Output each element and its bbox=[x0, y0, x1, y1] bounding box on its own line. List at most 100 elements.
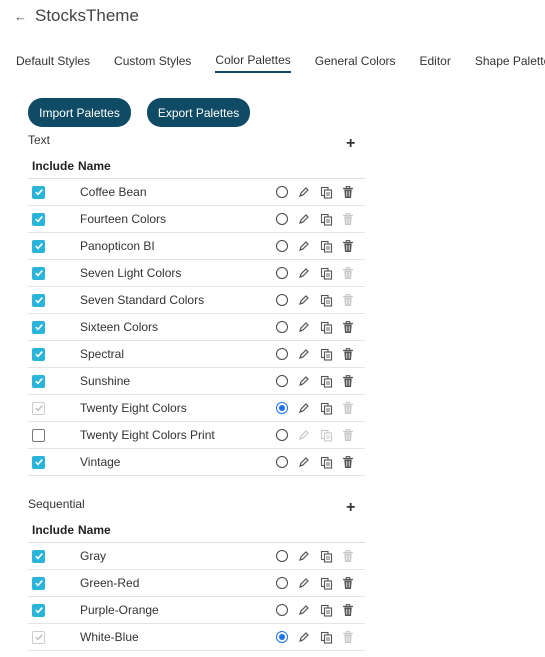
copy-icon[interactable] bbox=[315, 371, 337, 391]
copy-icon[interactable] bbox=[315, 209, 337, 229]
include-checkbox[interactable] bbox=[32, 320, 45, 334]
trash-icon[interactable] bbox=[337, 452, 359, 472]
trash-icon bbox=[337, 209, 359, 229]
pencil-icon[interactable] bbox=[293, 290, 315, 310]
trash-icon[interactable] bbox=[337, 344, 359, 364]
trash-icon[interactable] bbox=[337, 371, 359, 391]
page-title: StocksTheme bbox=[35, 6, 139, 25]
pencil-icon[interactable] bbox=[293, 236, 315, 256]
column-header-include: Include bbox=[32, 158, 75, 173]
row-actions bbox=[271, 287, 359, 313]
section-title-text: Text bbox=[28, 133, 51, 147]
copy-icon[interactable] bbox=[315, 573, 337, 593]
copy-icon[interactable] bbox=[315, 290, 337, 310]
trash-icon[interactable] bbox=[337, 573, 359, 593]
default-palette-radio[interactable] bbox=[271, 573, 293, 593]
include-checkbox[interactable] bbox=[32, 293, 45, 307]
trash-icon[interactable] bbox=[337, 182, 359, 202]
arrow-left-icon[interactable]: ← bbox=[14, 9, 27, 24]
add-palette-text-icon[interactable]: + bbox=[346, 136, 355, 152]
radio-circle-icon bbox=[276, 213, 288, 225]
copy-icon[interactable] bbox=[315, 344, 337, 364]
radio-circle-icon bbox=[276, 240, 288, 252]
table-row: Seven Standard Colors bbox=[28, 287, 365, 314]
radio-circle-icon bbox=[276, 456, 288, 468]
table-row: Coffee Bean bbox=[28, 179, 365, 206]
pencil-icon[interactable] bbox=[293, 263, 315, 283]
copy-icon[interactable] bbox=[315, 627, 337, 647]
table-row: Purple-Orange bbox=[28, 597, 365, 624]
page-header: ← StocksTheme bbox=[14, 4, 139, 28]
default-palette-radio[interactable] bbox=[271, 182, 293, 202]
pencil-icon[interactable] bbox=[293, 600, 315, 620]
trash-icon[interactable] bbox=[337, 317, 359, 337]
tab-color-palettes[interactable]: Color Palettes bbox=[215, 53, 291, 73]
pencil-icon[interactable] bbox=[293, 182, 315, 202]
default-palette-radio[interactable] bbox=[271, 263, 293, 283]
default-palette-radio[interactable] bbox=[271, 627, 293, 647]
add-palette-sequential-icon[interactable]: + bbox=[346, 500, 355, 516]
tab-bar: Default Styles Custom Styles Color Palette… bbox=[16, 52, 545, 74]
pencil-icon[interactable] bbox=[293, 546, 315, 566]
copy-icon[interactable] bbox=[315, 546, 337, 566]
default-palette-radio[interactable] bbox=[271, 290, 293, 310]
row-actions bbox=[271, 233, 359, 259]
trash-icon bbox=[337, 398, 359, 418]
radio-circle-icon bbox=[276, 294, 288, 306]
tab-general-colors[interactable]: General Colors bbox=[315, 54, 396, 72]
copy-icon[interactable] bbox=[315, 452, 337, 472]
radio-circle-icon bbox=[276, 267, 288, 279]
default-palette-radio[interactable] bbox=[271, 398, 293, 418]
default-palette-radio[interactable] bbox=[271, 546, 293, 566]
pencil-icon[interactable] bbox=[293, 398, 315, 418]
default-palette-radio[interactable] bbox=[271, 452, 293, 472]
copy-icon[interactable] bbox=[315, 398, 337, 418]
include-checkbox[interactable] bbox=[32, 185, 45, 199]
copy-icon[interactable] bbox=[315, 236, 337, 256]
pencil-icon[interactable] bbox=[293, 344, 315, 364]
include-checkbox[interactable] bbox=[32, 576, 45, 590]
include-checkbox[interactable] bbox=[32, 266, 45, 280]
pencil-icon[interactable] bbox=[293, 573, 315, 593]
tab-shape-palettes[interactable]: Shape Palettes bbox=[475, 54, 545, 72]
default-palette-radio[interactable] bbox=[271, 371, 293, 391]
pencil-icon[interactable] bbox=[293, 317, 315, 337]
radio-circle-icon bbox=[276, 402, 288, 414]
palette-table-sequential: Include Name Gray Green-Red Purple-Orange Whi… bbox=[28, 517, 365, 651]
include-checkbox[interactable] bbox=[32, 374, 45, 388]
include-checkbox[interactable] bbox=[32, 455, 45, 469]
include-checkbox[interactable] bbox=[32, 239, 45, 253]
copy-icon[interactable] bbox=[315, 317, 337, 337]
pencil-icon[interactable] bbox=[293, 452, 315, 472]
pencil-icon[interactable] bbox=[293, 209, 315, 229]
default-palette-radio[interactable] bbox=[271, 209, 293, 229]
radio-circle-icon bbox=[276, 604, 288, 616]
tab-custom-styles[interactable]: Custom Styles bbox=[114, 54, 191, 72]
include-checkbox[interactable] bbox=[32, 428, 45, 442]
row-actions bbox=[271, 624, 359, 650]
tab-default-styles[interactable]: Default Styles bbox=[16, 54, 90, 72]
copy-icon[interactable] bbox=[315, 600, 337, 620]
export-palettes-button[interactable]: Export Palettes bbox=[147, 98, 250, 127]
include-checkbox[interactable] bbox=[32, 212, 45, 226]
table-row: Panopticon BI bbox=[28, 233, 365, 260]
pencil-icon[interactable] bbox=[293, 627, 315, 647]
default-palette-radio[interactable] bbox=[271, 425, 293, 445]
default-palette-radio[interactable] bbox=[271, 317, 293, 337]
default-palette-radio[interactable] bbox=[271, 236, 293, 256]
import-palettes-button[interactable]: Import Palettes bbox=[28, 98, 131, 127]
pencil-icon[interactable] bbox=[293, 371, 315, 391]
include-checkbox[interactable] bbox=[32, 549, 45, 563]
copy-icon[interactable] bbox=[315, 263, 337, 283]
copy-icon[interactable] bbox=[315, 182, 337, 202]
include-checkbox[interactable] bbox=[32, 603, 45, 617]
column-header-name: Name bbox=[78, 522, 111, 537]
table-row: Spectral bbox=[28, 341, 365, 368]
default-palette-radio[interactable] bbox=[271, 600, 293, 620]
include-checkbox[interactable] bbox=[32, 347, 45, 361]
column-header-include: Include bbox=[32, 522, 75, 537]
tab-editor[interactable]: Editor bbox=[419, 54, 450, 72]
trash-icon[interactable] bbox=[337, 600, 359, 620]
default-palette-radio[interactable] bbox=[271, 344, 293, 364]
trash-icon[interactable] bbox=[337, 236, 359, 256]
